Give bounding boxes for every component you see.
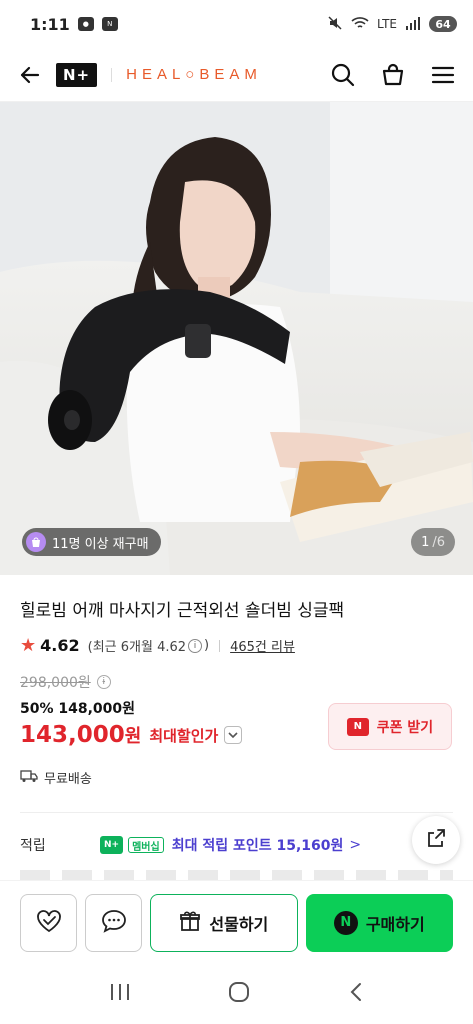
membership-badge: 멤버십 bbox=[128, 837, 164, 853]
wishlist-button[interactable] bbox=[20, 893, 78, 952]
review-count-link[interactable]: 465건 리뷰 bbox=[230, 636, 295, 655]
recent-rating: (최근 6개월 4.62 bbox=[87, 640, 187, 655]
status-bar: 1:11 ● N LTE 64 bbox=[0, 0, 473, 48]
product-photo-illustration bbox=[0, 102, 473, 575]
info-icon[interactable]: i bbox=[188, 638, 203, 653]
system-nav-bar bbox=[0, 964, 473, 1024]
header-divider bbox=[111, 67, 113, 82]
signal-icon bbox=[405, 16, 421, 33]
home-icon[interactable] bbox=[227, 980, 251, 1008]
chevron-down-icon[interactable] bbox=[224, 726, 243, 744]
gift-button[interactable]: 선물하기 bbox=[150, 893, 298, 952]
price-info-icon[interactable]: i bbox=[96, 675, 111, 689]
status-time: 1:11 bbox=[30, 14, 70, 34]
repurchase-badge: 11명 이상 재구매 bbox=[22, 528, 161, 556]
talk-notification-icon: ● bbox=[77, 17, 94, 31]
shipping-text: 무료배송 bbox=[44, 772, 92, 787]
gift-icon bbox=[179, 910, 201, 936]
final-price: 143,000 bbox=[20, 722, 125, 748]
points-row[interactable]: 적립 N+ 멤버십 최대 적립 포인트 15,160원 > bbox=[20, 832, 453, 858]
recent-rating-close: ) bbox=[204, 638, 210, 653]
repurchase-text: 11명 이상 재구매 bbox=[52, 536, 149, 552]
mute-icon bbox=[327, 15, 343, 34]
share-button[interactable] bbox=[412, 816, 460, 864]
shipping-row: 무료배송 bbox=[20, 768, 92, 787]
image-pager: 1 /6 bbox=[411, 528, 455, 556]
star-icon: ★ bbox=[20, 635, 37, 656]
chat-button[interactable] bbox=[85, 893, 143, 952]
recent-apps-icon[interactable] bbox=[108, 981, 132, 1007]
top-header: N+ HEAL○BEAM bbox=[0, 48, 473, 102]
shopping-bag-icon bbox=[26, 532, 46, 552]
back-arrow-icon[interactable] bbox=[16, 61, 44, 89]
cart-icon[interactable] bbox=[379, 61, 407, 89]
brand-logo[interactable]: HEAL○BEAM bbox=[126, 66, 262, 83]
search-icon[interactable] bbox=[329, 61, 357, 89]
share-icon bbox=[425, 827, 447, 853]
product-image[interactable]: 11명 이상 재구매 1 /6 bbox=[0, 102, 473, 575]
buy-button[interactable]: N 구매하기 bbox=[305, 893, 453, 952]
wifi-icon bbox=[351, 16, 369, 33]
menu-icon[interactable] bbox=[429, 61, 457, 89]
max-discount-label: 최대할인가 bbox=[149, 726, 219, 745]
buy-label: 구매하기 bbox=[365, 914, 425, 934]
pager-current: 1 bbox=[421, 534, 430, 550]
product-title: 힐로빔 어깨 마사지기 근적외선 숄더빔 싱글팩 bbox=[20, 601, 345, 621]
nplus-logo[interactable]: N+ bbox=[56, 62, 98, 87]
naver-notification-icon: N bbox=[101, 17, 118, 31]
rating-divider bbox=[219, 639, 221, 652]
points-label: 적립 bbox=[20, 838, 46, 854]
divider bbox=[20, 812, 453, 813]
heart-check-icon bbox=[35, 908, 63, 938]
truck-icon bbox=[20, 769, 38, 787]
rating-score: 4.62 bbox=[40, 636, 80, 655]
naver-pay-icon: N bbox=[333, 910, 358, 935]
bottom-action-bar: 선물하기 N 구매하기 bbox=[0, 880, 473, 964]
coupon-n-icon: N bbox=[346, 717, 369, 736]
gift-label: 선물하기 bbox=[209, 914, 269, 934]
coupon-label: 쿠폰 받기 bbox=[376, 719, 434, 736]
original-price: 298,000원 bbox=[20, 675, 91, 691]
back-nav-icon[interactable] bbox=[346, 981, 366, 1007]
chat-bubble-icon bbox=[100, 908, 128, 938]
pager-total: /6 bbox=[432, 534, 445, 550]
battery-indicator: 64 bbox=[429, 16, 457, 32]
points-text: 최대 적립 포인트 15,160원 bbox=[171, 838, 344, 854]
get-coupon-button[interactable]: N 쿠폰 받기 bbox=[328, 703, 452, 750]
scrolled-content-peek bbox=[20, 870, 453, 880]
network-type: LTE bbox=[377, 17, 397, 31]
final-price-unit: 원 bbox=[124, 726, 142, 747]
chevron-right-icon: > bbox=[349, 837, 362, 853]
nplus-badge: N+ bbox=[100, 836, 124, 854]
rating-row: ★ 4.62 (최근 6개월 4.62 i ) 465건 리뷰 bbox=[20, 635, 453, 656]
original-price-row: 298,000원 i bbox=[20, 672, 453, 692]
